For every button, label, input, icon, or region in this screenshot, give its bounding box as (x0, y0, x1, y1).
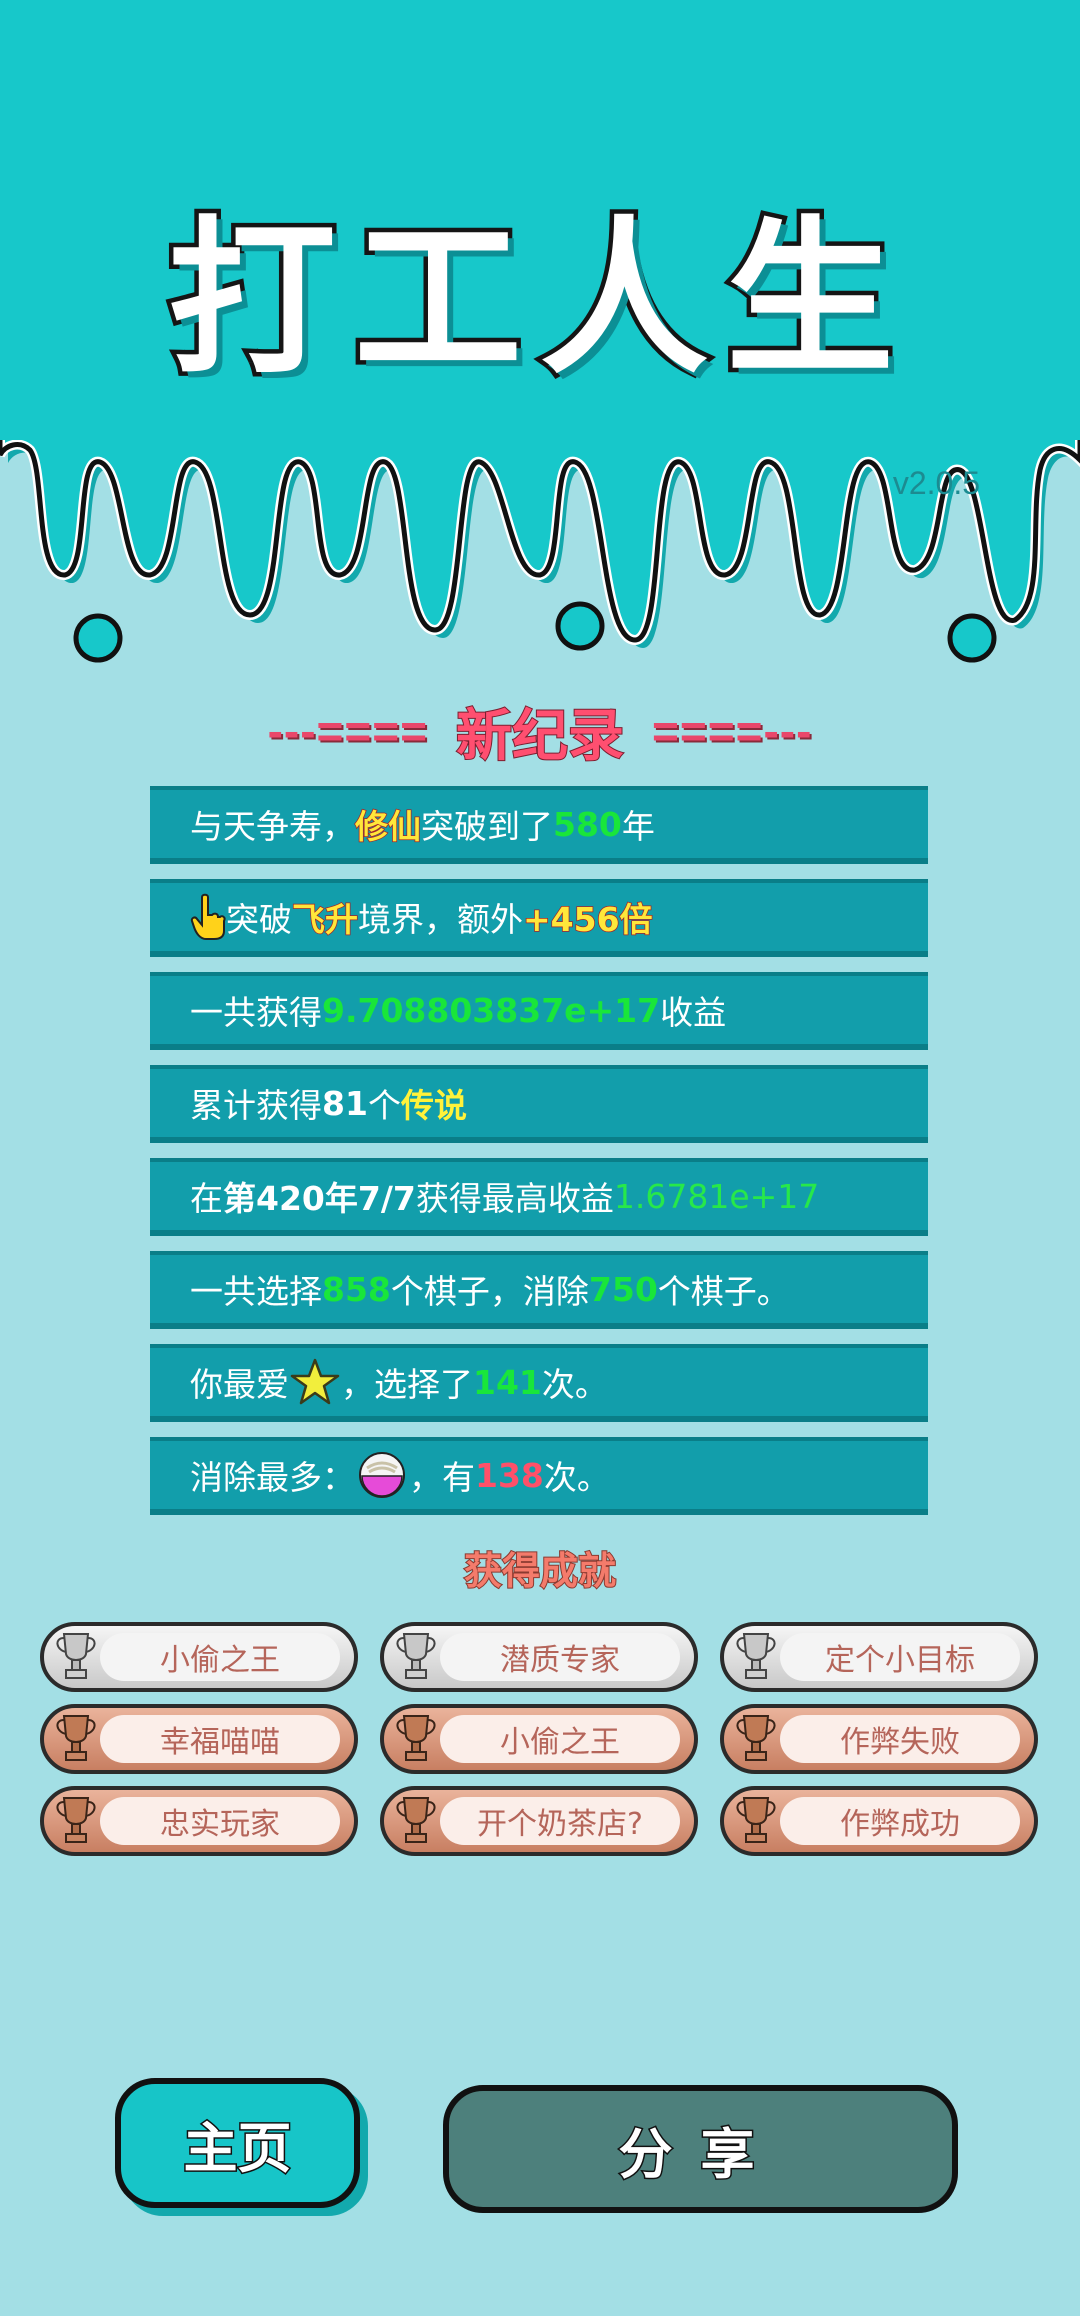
achievement-label: 作弊成功 (780, 1797, 1020, 1845)
achievement-badge[interactable]: 开个奶茶店? (380, 1786, 698, 1856)
achievement-badge[interactable]: 作弊失败 (720, 1704, 1038, 1774)
home-button[interactable]: 主页 (115, 2078, 360, 2208)
star-icon (290, 1358, 340, 1405)
achievement-badge[interactable]: 忠实玩家 (40, 1786, 358, 1856)
trophy-bronze-icon (396, 1797, 436, 1843)
trophy-bronze-icon (56, 1797, 96, 1843)
app-title: 打工人生 (164, 201, 912, 397)
achievement-label: 开个奶茶店? (440, 1797, 680, 1845)
achievement-badge[interactable]: 潜质专家 (380, 1622, 698, 1692)
new-record-heading: ---==== 新纪录 ====--- (0, 696, 1080, 770)
stat-most-eliminated: 消除最多： ，有 138 次。 (150, 1437, 928, 1515)
achievement-badge[interactable]: 小偷之王 (380, 1704, 698, 1774)
stat-highest-income: 在 第420年7/7 获得最高收益 1.6781e+17 (150, 1158, 928, 1236)
record-deco-left: ---==== (267, 705, 428, 757)
achievement-label: 小偷之王 (100, 1633, 340, 1681)
stat-favorite: 你最爱 ，选择了 141 次。 (150, 1344, 928, 1422)
achievement-label: 定个小目标 (780, 1633, 1020, 1681)
achievement-label: 幸福喵喵 (100, 1715, 340, 1763)
achievements-title: 获得成就 (463, 1548, 617, 1594)
achievement-badge[interactable]: 定个小目标 (720, 1622, 1038, 1692)
record-deco-right: ====--- (652, 705, 813, 757)
achievement-badge[interactable]: 幸福喵喵 (40, 1704, 358, 1774)
stat-pieces: 一共选择 858 个棋子，消除 750 个棋子。 (150, 1251, 928, 1329)
trophy-bronze-icon (736, 1715, 776, 1761)
trophy-bronze-icon (736, 1797, 776, 1843)
stat-total-income: 一共获得 9.708803837e+17 收益 (150, 972, 928, 1050)
stat-legends: 累计获得 81 个传说 (150, 1065, 928, 1143)
achievement-badge[interactable]: 作弊成功 (720, 1786, 1038, 1856)
trophy-silver-icon (396, 1633, 436, 1679)
achievement-label: 小偷之王 (440, 1715, 680, 1763)
achievement-label: 潜质专家 (440, 1633, 680, 1681)
achievement-label: 作弊失败 (780, 1715, 1020, 1763)
stat-ascension: 突破 飞升 境界，额外 +456倍 (150, 879, 928, 957)
achievement-label: 忠实玩家 (100, 1797, 340, 1845)
version-label: v2.0.5 (892, 465, 980, 501)
trophy-silver-icon (56, 1633, 96, 1679)
share-button[interactable]: 分享 (443, 2085, 958, 2213)
record-title: 新纪录 (455, 703, 625, 770)
trophy-silver-icon (736, 1633, 776, 1679)
stat-longevity: 与天争寿， 修仙 突破到了 580 年 (150, 786, 928, 864)
pointing-hand-icon (190, 893, 226, 940)
stats-list: 与天争寿， 修仙 突破到了 580 年 突破 飞升 境界，额外 +456倍 一共获得 9.708… (150, 786, 928, 1530)
achievement-badge[interactable]: 小偷之王 (40, 1622, 358, 1692)
noodle-bowl-icon (359, 1452, 405, 1498)
trophy-bronze-icon (56, 1715, 96, 1761)
trophy-bronze-icon (396, 1715, 436, 1761)
